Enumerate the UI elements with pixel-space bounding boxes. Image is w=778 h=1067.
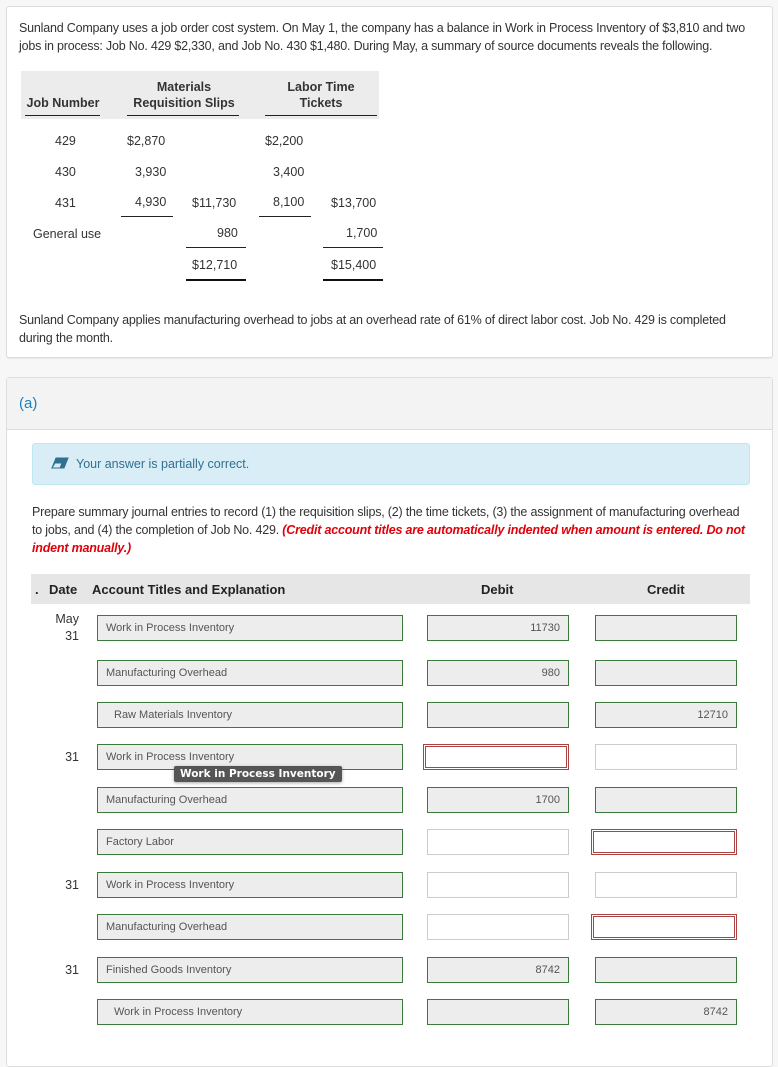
tooltip: Work in Process Inventory	[174, 766, 342, 782]
underline	[259, 216, 311, 217]
header-account: Account Titles and Explanation	[92, 582, 286, 597]
debit-input[interactable]: 980	[427, 660, 569, 686]
double-underline	[186, 279, 246, 281]
header-labor-2: Tickets	[299, 96, 343, 110]
credit-input[interactable]: 8742	[595, 999, 737, 1025]
header-no: .	[35, 582, 39, 597]
job-number: General use	[33, 227, 102, 241]
date-cell: 31	[65, 963, 79, 977]
labor-amount: 8,100	[273, 195, 305, 209]
account-title-input[interactable]: Factory Labor	[97, 829, 403, 855]
problem-card: Sunland Company uses a job order cost sy…	[6, 6, 773, 358]
job-number: 429	[55, 134, 76, 148]
header-job-number: Job Number	[26, 96, 100, 110]
header-date: Date	[49, 582, 78, 597]
eraser-icon	[51, 457, 69, 469]
credit-input[interactable]	[595, 660, 737, 686]
instructions: Prepare summary journal entries to recor…	[32, 503, 750, 557]
materials-total: $11,730	[192, 196, 237, 210]
debit-input[interactable]	[427, 702, 569, 728]
date-cell: May 31	[55, 612, 79, 643]
part-a-header: (a)	[7, 378, 772, 430]
job-number: 430	[55, 165, 76, 179]
materials-amount: 3,930	[135, 165, 167, 179]
credit-input[interactable]: 12710	[595, 702, 737, 728]
header-credit: Credit	[647, 582, 685, 597]
underline	[186, 247, 246, 248]
debit-input[interactable]	[423, 744, 569, 770]
labor-grand-total: $15,400	[331, 258, 377, 272]
materials-grand-total: $12,710	[192, 258, 238, 272]
header-materials-1: Materials	[156, 80, 212, 94]
overhead-note: Sunland Company applies manufacturing ov…	[19, 313, 726, 345]
credit-input[interactable]	[595, 872, 737, 898]
header-materials-2: Requisition Slips	[133, 96, 235, 110]
labor-amount: 3,400	[273, 165, 305, 179]
account-title-input[interactable]: Work in Process Inventory	[97, 615, 403, 641]
account-title-input[interactable]: Manufacturing Overhead	[97, 914, 403, 940]
credit-input[interactable]	[595, 787, 737, 813]
labor-total: 1,700	[346, 226, 378, 240]
debit-input[interactable]: 8742	[427, 957, 569, 983]
debit-input[interactable]	[427, 999, 569, 1025]
credit-input[interactable]	[595, 957, 737, 983]
part-label: (a)	[19, 395, 38, 412]
debit-input[interactable]	[427, 829, 569, 855]
account-title-input[interactable]: Finished Goods Inventory	[97, 957, 403, 983]
date-cell: 31	[65, 878, 79, 892]
materials-amount: 4,930	[135, 195, 167, 209]
job-number: 431	[55, 196, 76, 210]
debit-input[interactable]	[427, 914, 569, 940]
underline	[265, 115, 377, 116]
debit-input[interactable]: 11730	[427, 615, 569, 641]
feedback-text: Your answer is partially correct.	[76, 457, 250, 471]
header-labor-1: Labor Time	[287, 80, 355, 94]
labor-amount: $2,200	[265, 134, 304, 148]
credit-input[interactable]	[595, 615, 737, 641]
date-cell: 31	[65, 750, 79, 764]
underline	[127, 115, 239, 116]
header-debit: Debit	[481, 582, 514, 597]
credit-input[interactable]	[591, 914, 737, 940]
account-title-input[interactable]: Manufacturing Overhead	[97, 660, 403, 686]
account-title-input[interactable]: Raw Materials Inventory	[97, 702, 403, 728]
account-title-input[interactable]: Manufacturing Overhead	[97, 787, 403, 813]
debit-input[interactable]	[427, 872, 569, 898]
underline	[121, 216, 173, 217]
credit-input[interactable]	[595, 744, 737, 770]
debit-input[interactable]: 1700	[427, 787, 569, 813]
problem-intro: Sunland Company uses a job order cost sy…	[19, 21, 745, 53]
feedback-banner: Your answer is partially correct.	[32, 443, 750, 485]
labor-total: $13,700	[331, 196, 377, 210]
underline	[25, 115, 100, 116]
materials-total: 980	[217, 226, 238, 240]
journal-header: . Date Account Titles and Explanation De…	[31, 574, 750, 604]
materials-amount: $2,870	[127, 134, 166, 148]
account-title-input[interactable]: Work in Process Inventory	[97, 872, 403, 898]
credit-input[interactable]	[591, 829, 737, 855]
double-underline	[323, 279, 383, 281]
account-title-input[interactable]: Work in Process Inventory	[97, 999, 403, 1025]
underline	[323, 247, 383, 248]
